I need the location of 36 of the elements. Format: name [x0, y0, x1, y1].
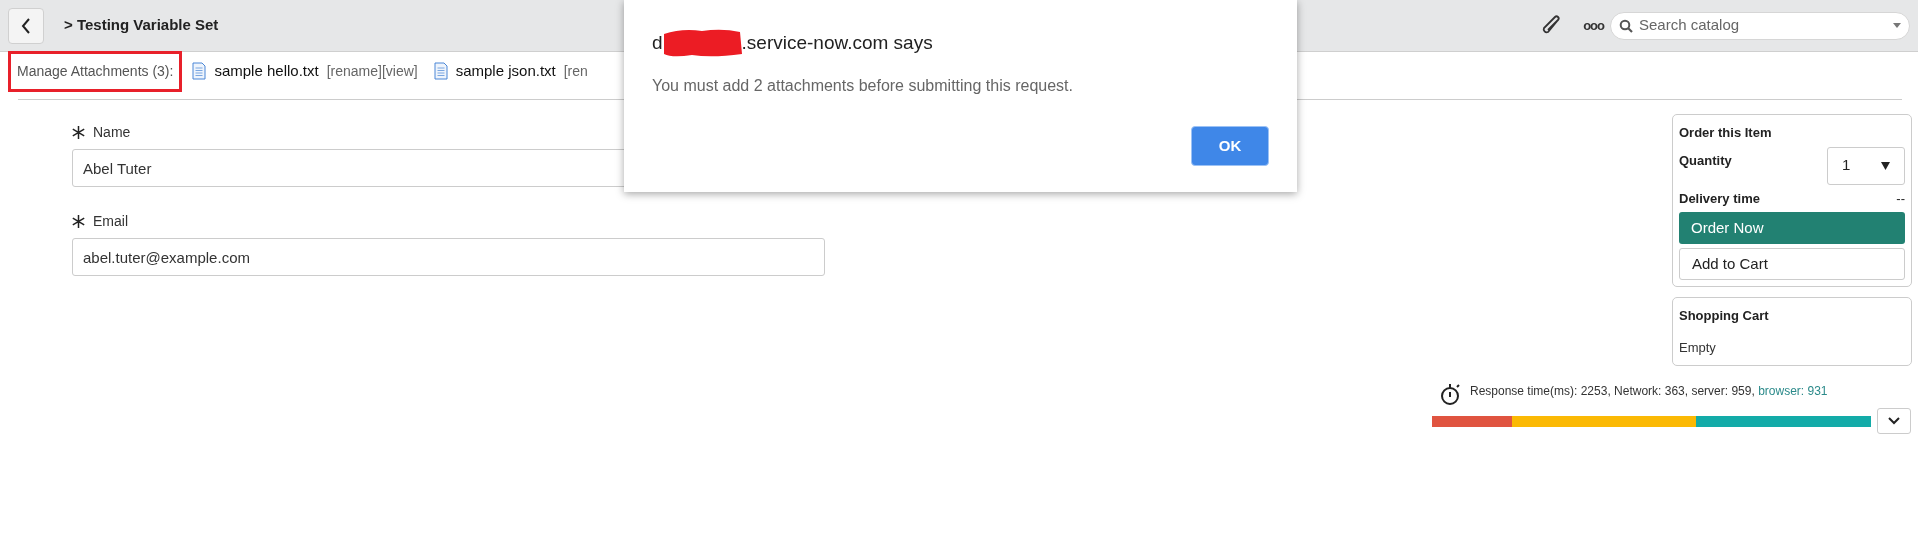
dialog-message: You must add 2 attachments before submitting this request. — [652, 76, 1074, 96]
more-menu[interactable]: ooo — [1583, 15, 1604, 36]
attachment-name[interactable]: sample json.txt — [455, 59, 556, 83]
stopwatch-icon — [1440, 382, 1462, 406]
back-icon — [21, 17, 31, 34]
response-time-text: Response time(ms): 2253, Network: 363, server: 959, browser: 931 — [1470, 383, 1828, 400]
field-label: Email — [93, 212, 128, 231]
page-title: > Testing Variable Set — [64, 15, 219, 36]
dialog-title: .service-now.com says — [741, 30, 933, 55]
search-icon — [1619, 18, 1633, 33]
text-field[interactable]: abel.tuter@example.com — [72, 238, 825, 276]
attachment-name[interactable]: sample hello.txt — [214, 59, 319, 83]
card-title: Shopping Cart — [1679, 307, 1770, 325]
document-icon — [192, 62, 207, 80]
quantity-select[interactable]: 1 — [1827, 146, 1905, 185]
document-icon — [433, 62, 448, 80]
field-label: Name — [93, 123, 131, 142]
expand-button[interactable] — [1877, 408, 1911, 434]
card-title: Order this Item — [1679, 124, 1773, 142]
delivery-label: Delivery time — [1679, 189, 1760, 208]
search-input[interactable]: Search catalog — [1639, 14, 1887, 37]
manage-attachments-link[interactable]: Manage Attachments (3): — [8, 50, 183, 92]
dialog-title-start: d — [652, 30, 663, 55]
attachment-actions[interactable]: [ren — [563, 60, 588, 82]
cart-status: Empty — [1679, 338, 1717, 357]
search-field[interactable]: Search catalog — [1610, 11, 1910, 40]
add-to-cart-button[interactable]: Add to Cart — [1679, 248, 1905, 280]
chevron-down-icon — [1888, 417, 1900, 425]
dropdown-icon — [1881, 161, 1890, 170]
back-button[interactable] — [8, 7, 44, 44]
ok-button[interactable]: OK — [1191, 126, 1269, 166]
order-now-button[interactable]: Order Now — [1679, 212, 1905, 244]
dropdown-icon — [1893, 23, 1901, 28]
quantity-label: Quantity — [1679, 151, 1732, 170]
attachment-actions[interactable]: [rename][view] — [326, 60, 418, 82]
delivery-value: -- — [1896, 189, 1905, 208]
